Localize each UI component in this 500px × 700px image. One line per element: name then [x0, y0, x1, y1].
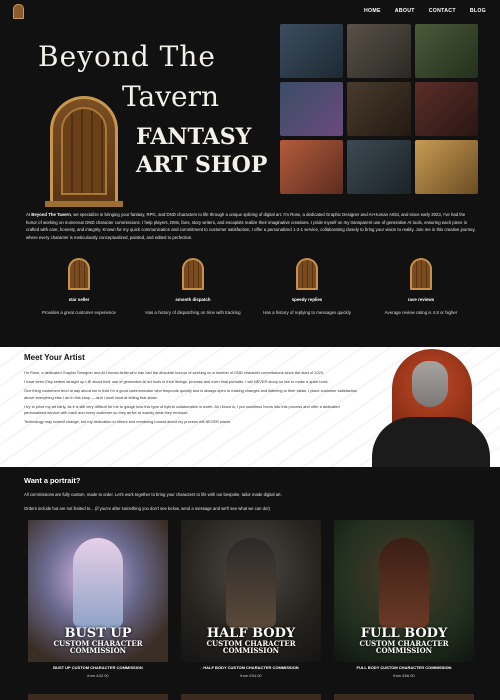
artist-bio: I'm Rose, a dedicated Graphic Designer a… [24, 370, 359, 428]
nav-about-link[interactable]: ABOUT [395, 8, 415, 14]
feature-description: Has a history of dispatching on time wit… [145, 310, 241, 315]
intro-text: , we specialize in bringing your fantasy… [26, 212, 476, 240]
commission-preview[interactable] [181, 694, 321, 700]
nav-home-link[interactable]: HOME [364, 8, 381, 14]
commission-caption[interactable]: HALF BODY CUSTOM CHARACTER COMMISSION [181, 665, 321, 670]
commission-card-half-body[interactable]: HALF BODY CUSTOM CHARACTER COMMISSION HA… [181, 520, 321, 678]
gallery-image[interactable] [280, 24, 344, 78]
brand-title-line1: Beyond The [38, 40, 216, 73]
commission-subtitle: COMMISSION [375, 646, 433, 655]
more-commissions-preview [28, 694, 474, 700]
commission-caption[interactable]: FULL BODY CUSTOM CHARACTER COMMISSION [334, 665, 474, 670]
artist-paragraph: Technology may indeed change, but my ded… [24, 419, 232, 425]
door-icon [182, 258, 204, 290]
intro-paragraph: At Beyond The Tavern, we specialize in b… [26, 211, 476, 241]
feature-smooth-dispatch: smooth dispatch Has a history of dispatc… [138, 255, 248, 335]
character-figure [379, 538, 429, 628]
feature-star-seller: star seller Provides a great customer ex… [24, 255, 134, 335]
gallery-image[interactable] [347, 140, 411, 194]
gallery-image[interactable] [347, 82, 411, 136]
feature-description: Has a history of replying to messages qu… [263, 310, 351, 315]
commission-subtitle: COMMISSION [69, 646, 127, 655]
portrait-description: All commissions are fully custom, made t… [24, 492, 282, 497]
artist-paragraph: One thing customers tend to say about me… [24, 388, 358, 400]
character-figure [73, 538, 123, 628]
commission-price: from £42.00 [87, 673, 109, 678]
brand-subtitle-line2: ART SHOP [136, 152, 268, 178]
main-nav: HOME ABOUT CONTACT BLOG [364, 8, 486, 14]
feature-rave-reviews: rave reviews Average review rating is 4.… [366, 255, 476, 335]
brand-subtitle-line1: FANTASY [136, 124, 252, 150]
commission-card-bust-up[interactable]: BUST UP CUSTOM CHARACTER COMMISSION BUST… [28, 520, 168, 678]
feature-description: Provides a great customer experience [42, 310, 116, 315]
tavern-door-illustration [45, 96, 123, 207]
artist-portrait-image [362, 347, 492, 467]
door-icon [296, 258, 318, 290]
character-figure [226, 538, 276, 628]
artist-paragraph: I'm Rose, a dedicated Graphic Designer a… [24, 370, 325, 375]
commission-card-overlay: BUST UP CUSTOM CHARACTER COMMISSION [28, 627, 168, 655]
commission-price: from £54.00 [240, 673, 262, 678]
commission-card-image[interactable]: BUST UP CUSTOM CHARACTER COMMISSION [28, 520, 168, 662]
commission-card-overlay: HALF BODY CUSTOM CHARACTER COMMISSION [181, 627, 321, 655]
gallery-image[interactable] [280, 140, 344, 194]
feature-title: speedy replies [291, 297, 323, 302]
character-gallery [280, 24, 478, 194]
commission-caption[interactable]: BUST UP CUSTOM CHARACTER COMMISSION [28, 665, 168, 670]
feature-speedy-replies: speedy replies Has a history of replying… [252, 255, 362, 335]
gallery-image[interactable] [414, 24, 478, 78]
feature-description: Average review rating is 4.8 or higher [384, 310, 458, 315]
portrait-heading: Want a portrait? [24, 476, 81, 485]
commission-cards: BUST UP CUSTOM CHARACTER COMMISSION BUST… [28, 520, 474, 678]
artist-paragraph: I try to price my art fairly, as it is s… [24, 403, 340, 416]
tavern-door-logo-icon[interactable] [13, 4, 24, 19]
commission-preview[interactable] [28, 694, 168, 700]
nav-contact-link[interactable]: CONTACT [429, 8, 456, 14]
commission-card-full-body[interactable]: FULL BODY CUSTOM CHARACTER COMMISSION FU… [334, 520, 474, 678]
portrait-body [372, 417, 490, 467]
commission-card-image[interactable]: FULL BODY CUSTOM CHARACTER COMMISSION [334, 520, 474, 662]
feature-title: smooth dispatch [175, 297, 211, 302]
brand-title-line2: Tavern [122, 80, 220, 113]
gallery-image[interactable] [414, 82, 478, 136]
commission-preview[interactable] [334, 694, 474, 700]
top-navigation: HOME ABOUT CONTACT BLOG [0, 0, 500, 22]
feature-title: rave reviews [407, 297, 435, 302]
commission-card-image[interactable]: HALF BODY CUSTOM CHARACTER COMMISSION [181, 520, 321, 662]
artist-heading: Meet Your Artist [24, 353, 85, 362]
door-icon [410, 258, 432, 290]
artist-paragraph: I have seen Etsy sellers straight up LIE… [24, 379, 329, 385]
intro-brand: Beyond The Tavern [31, 212, 71, 217]
gallery-image[interactable] [280, 82, 344, 136]
commission-subtitle: COMMISSION [222, 646, 280, 655]
portrait-face [412, 361, 448, 407]
gallery-image[interactable] [414, 140, 478, 194]
shop-features: star seller Provides a great customer ex… [24, 255, 476, 335]
feature-title: star seller [68, 297, 90, 302]
meet-your-artist-section: Meet Your Artist I'm Rose, a dedicated G… [0, 347, 500, 467]
commission-price: from £66.00 [393, 673, 415, 678]
door-icon [68, 258, 90, 290]
nav-blog-link[interactable]: BLOG [470, 8, 486, 14]
commission-card-overlay: FULL BODY CUSTOM CHARACTER COMMISSION [334, 627, 474, 655]
hero-brand: Beyond The Tavern FANTASY ART SHOP [30, 36, 280, 207]
gallery-image[interactable] [347, 24, 411, 78]
portrait-note: Orders include but are not limited to...… [24, 506, 270, 511]
